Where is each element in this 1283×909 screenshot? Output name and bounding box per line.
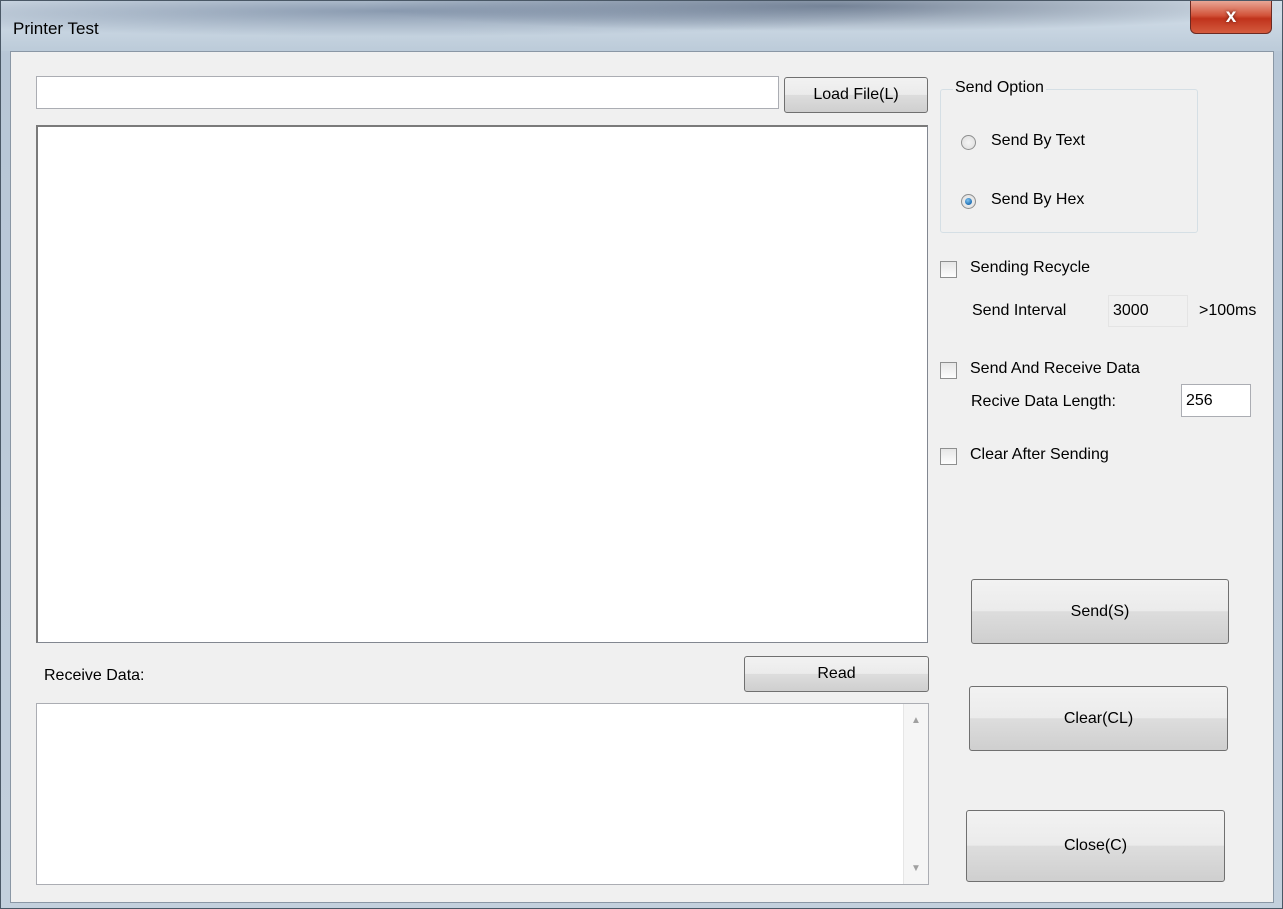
- close-button-label: Close(C): [1063, 837, 1128, 854]
- load-file-button-label: Load File(L): [813, 86, 899, 103]
- receive-data-label: Receive Data:: [44, 667, 145, 684]
- file-path-input[interactable]: [36, 76, 779, 109]
- window-title: Printer Test: [13, 19, 99, 38]
- clear-button[interactable]: Clear(CL): [969, 686, 1228, 751]
- send-interval-label: Send Interval: [972, 302, 1067, 319]
- send-by-hex-radio[interactable]: [961, 194, 976, 209]
- send-and-receive-label: Send And Receive Data: [970, 360, 1140, 377]
- send-by-hex-option[interactable]: Send By Hex: [961, 191, 1161, 215]
- send-option-title: Send Option: [953, 79, 1046, 97]
- read-button-label: Read: [817, 665, 856, 682]
- window-close-button[interactable]: x: [1190, 1, 1272, 34]
- sending-recycle-checkbox[interactable]: [940, 261, 957, 278]
- sending-recycle-label: Sending Recycle: [970, 259, 1091, 276]
- send-button-label: Send(S): [1070, 602, 1130, 620]
- receive-length-label: Recive Data Length:: [971, 393, 1116, 410]
- send-by-text-option[interactable]: Send By Text: [961, 132, 1161, 156]
- scroll-up-icon[interactable]: ▲: [904, 709, 928, 731]
- read-button[interactable]: Read: [744, 656, 929, 692]
- send-interval-input[interactable]: [1108, 295, 1188, 327]
- title-bar: Printer Test x: [1, 1, 1282, 51]
- send-button[interactable]: Send(S): [971, 579, 1229, 644]
- send-and-receive-checkbox[interactable]: [940, 362, 957, 379]
- receive-length-input[interactable]: [1181, 384, 1251, 417]
- sending-recycle-option[interactable]: Sending Recycle: [940, 259, 1180, 283]
- scroll-down-icon[interactable]: ▼: [904, 857, 928, 879]
- close-button[interactable]: Close(C): [966, 810, 1225, 882]
- send-by-text-label: Send By Text: [991, 132, 1085, 149]
- send-data-textarea[interactable]: [36, 125, 928, 643]
- clear-button-label: Clear(CL): [1063, 709, 1134, 727]
- clear-after-sending-label: Clear After Sending: [970, 446, 1109, 463]
- dialog-client-area: Load File(L) Send Option Send By Text Se…: [10, 51, 1274, 903]
- close-icon: x: [1225, 6, 1237, 27]
- clear-after-sending-checkbox[interactable]: [940, 448, 957, 465]
- receive-data-scrollbar[interactable]: ▲ ▼: [903, 704, 928, 884]
- send-interval-hint: >100ms: [1199, 302, 1257, 319]
- send-by-text-radio[interactable]: [961, 135, 976, 150]
- receive-data-box[interactable]: ▲ ▼: [36, 703, 929, 885]
- send-by-hex-label: Send By Hex: [991, 191, 1085, 208]
- send-and-receive-option[interactable]: Send And Receive Data: [940, 359, 1200, 383]
- load-file-button[interactable]: Load File(L): [784, 77, 928, 113]
- clear-after-sending-option[interactable]: Clear After Sending: [940, 445, 1180, 469]
- window-frame: Printer Test x Load File(L) Send Option …: [0, 0, 1283, 909]
